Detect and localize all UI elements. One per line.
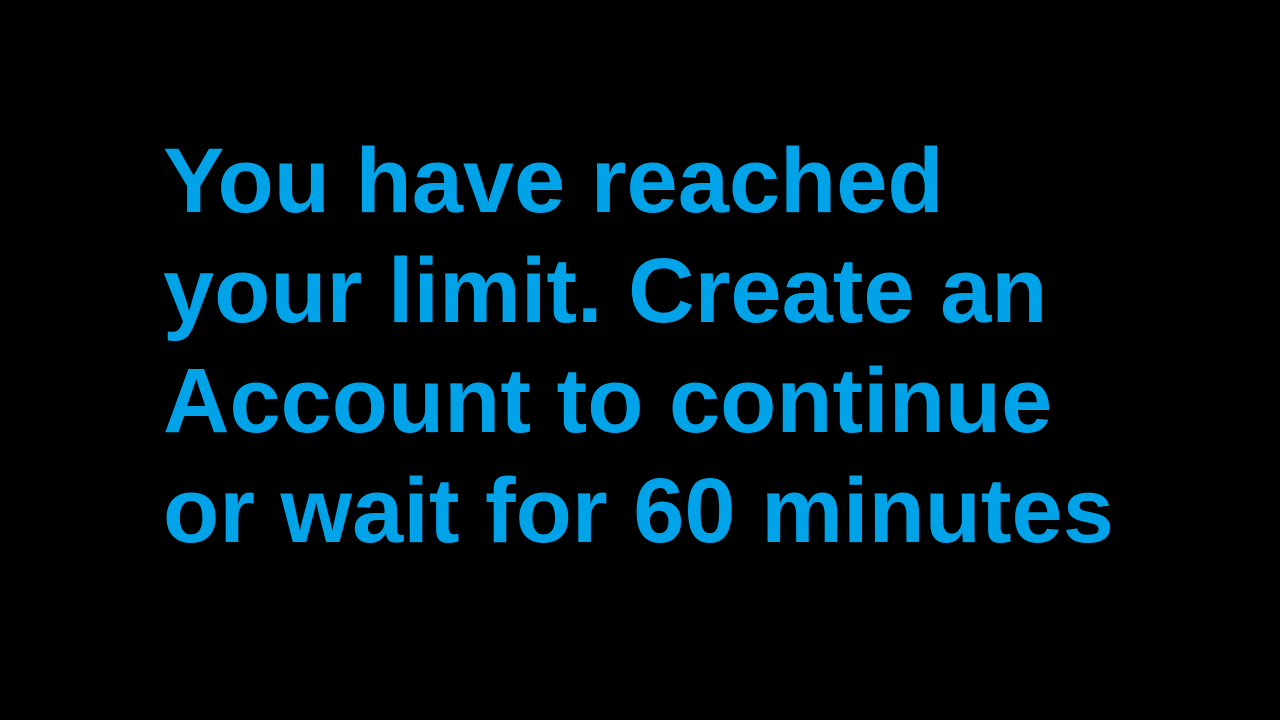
limit-screen: You have reached your limit. Create an A…: [0, 0, 1280, 720]
limit-message-line-1: You have reached: [163, 130, 944, 232]
limit-message-line-2: your limit. Create an: [163, 240, 1048, 342]
limit-message: You have reached your limit. Create an A…: [163, 126, 1243, 566]
limit-message-line-4: or wait for 60 minutes: [163, 460, 1114, 562]
limit-message-line-3: Account to continue: [163, 350, 1053, 452]
